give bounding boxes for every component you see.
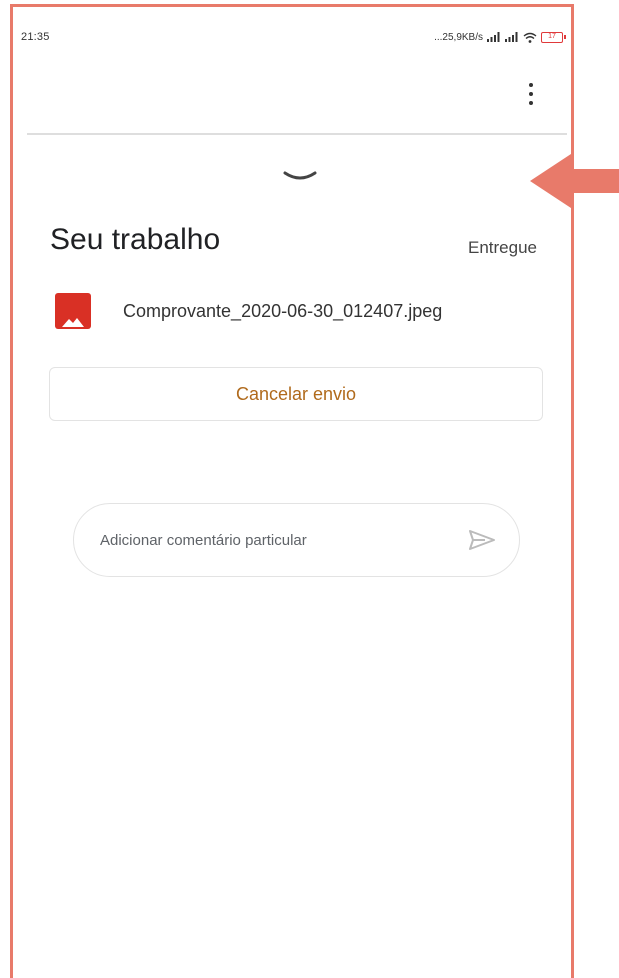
annotation-arrow-icon xyxy=(530,152,619,210)
battery-icon: 17 xyxy=(541,31,566,43)
signal-icon-2 xyxy=(505,32,518,42)
image-mountain-glyph xyxy=(62,318,84,327)
status-time: 21:35 xyxy=(21,31,50,43)
chevron-down-icon[interactable] xyxy=(282,169,318,185)
work-title: Seu trabalho xyxy=(50,223,221,256)
attachment-file-name: Comprovante_2020-06-30_012407.jpeg xyxy=(123,300,443,321)
network-speed: ...25,9KB/s xyxy=(434,31,483,43)
send-icon[interactable] xyxy=(467,528,497,552)
status-bar: 21:35 ...25,9KB/s 17 xyxy=(21,25,566,49)
status-indicators: ...25,9KB/s 17 xyxy=(434,31,566,43)
signal-icon xyxy=(487,32,500,42)
wifi-icon xyxy=(523,32,537,43)
phone-screen: 21:35 ...25,9KB/s 17 Seu trabalho Entreg… xyxy=(10,4,574,978)
cancel-submission-button[interactable]: Cancelar envio xyxy=(49,367,543,421)
more-dot xyxy=(529,101,533,105)
more-vert-icon[interactable] xyxy=(521,79,541,109)
work-status: Entregue xyxy=(468,238,537,257)
more-dot xyxy=(529,83,533,87)
image-file-icon xyxy=(55,293,91,329)
more-dot xyxy=(529,92,533,96)
private-comment-box xyxy=(73,503,520,577)
app-bar-divider xyxy=(27,133,567,135)
attachment-item[interactable]: Comprovante_2020-06-30_012407.jpeg xyxy=(55,290,545,332)
screenshot-stage: 21:35 ...25,9KB/s 17 Seu trabalho Entreg… xyxy=(0,0,619,978)
private-comment-input[interactable] xyxy=(98,530,467,550)
